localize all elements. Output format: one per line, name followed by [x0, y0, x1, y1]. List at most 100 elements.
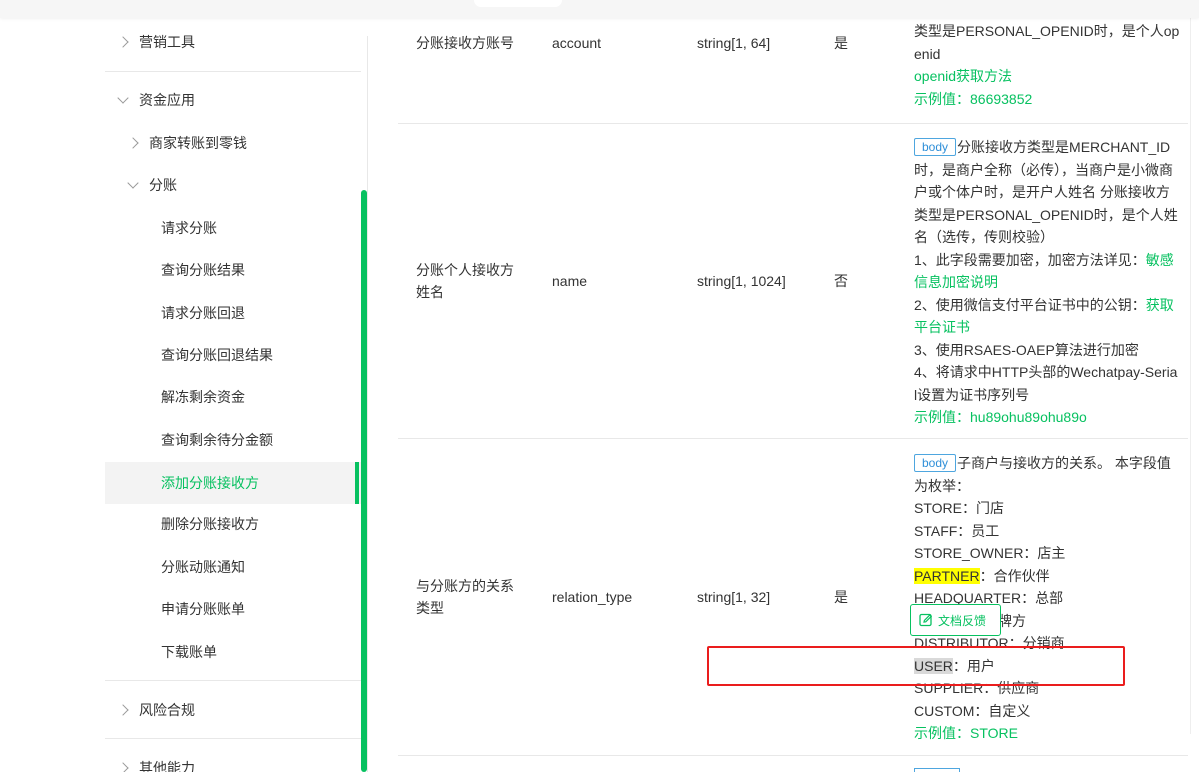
sidebar-item-unfreeze[interactable]: 解冻剩余资金 — [161, 377, 245, 417]
sidebar-item-split-notify[interactable]: 分账动账通知 — [161, 547, 245, 587]
sidebar-nav: 营销工具 资金应用 商家转账到零钱 分账 请求分账 查询分账结果 请求分账回退 … — [105, 0, 361, 772]
edit-icon — [919, 613, 933, 627]
enum-item: STORE_OWNER：店主 — [914, 545, 1066, 561]
description-line: enid — [914, 45, 941, 62]
sidebar-item-label: 其他能力 — [139, 760, 195, 772]
sidebar-item-marketing[interactable]: 营销工具 — [117, 22, 195, 62]
param-field: account — [552, 35, 602, 51]
sidebar-item-label: 删除分账接收方 — [161, 516, 259, 532]
description-line: 2、使用微信支付平台证书中的公钥： — [914, 296, 1146, 313]
chevron-down-icon — [127, 177, 139, 189]
description-line: 时，是商户全称（必传），当商户是小微商 — [914, 161, 1173, 178]
sidebar-item-funds[interactable]: 资金应用 — [117, 80, 195, 120]
sidebar-item-other[interactable]: 其他能力 — [117, 748, 195, 772]
openid-method-link[interactable]: openid获取方法 — [914, 65, 1184, 88]
sensitive-encrypt-link[interactable]: 敏感 — [1146, 252, 1174, 268]
param-type: string[1, 64] — [697, 35, 771, 51]
sidebar-item-label: 下载账单 — [161, 644, 217, 660]
description-line: 为枚举： — [914, 477, 970, 494]
param-name-line: 分账个人接收方 — [416, 262, 514, 278]
sidebar-item-label: 添加分账接收方 — [161, 475, 259, 491]
chevron-right-icon — [127, 137, 139, 149]
body-tag: body — [914, 138, 957, 156]
sidebar-item-label: 商家转账到零钱 — [149, 135, 247, 151]
top-bar — [0, 0, 1199, 18]
sidebar-item-label: 分账 — [149, 177, 177, 193]
param-required: 是 — [834, 35, 848, 51]
param-name-line: 姓名 — [416, 284, 444, 300]
sidebar-item-delete-receiver[interactable]: 删除分账接收方 — [161, 504, 259, 544]
top-tab-notch — [474, 0, 562, 7]
sidebar-item-download-bill[interactable]: 下载账单 — [161, 632, 217, 672]
sidebar-item-query-return-result[interactable]: 查询分账回退结果 — [161, 335, 273, 375]
description-line: 分账接收方类型是MERCHANT_ID — [957, 139, 1171, 155]
sidebar-item-add-receiver[interactable]: 添加分账接收方 — [161, 462, 259, 504]
param-name-line: 与分账方的关系 — [416, 578, 514, 594]
param-type: string[1, 32] — [697, 589, 771, 605]
example-value: 示例值：STORE — [914, 725, 1018, 741]
sidebar-item-label: 申请分账账单 — [161, 601, 245, 617]
sidebar-item-transfer[interactable]: 商家转账到零钱 — [127, 123, 247, 163]
enum-item: STORE：门店 — [914, 500, 1004, 516]
sidebar-item-label: 营销工具 — [139, 34, 195, 50]
sidebar-item-label: 查询分账回退结果 — [161, 347, 273, 363]
page-scrollbar-track — [1190, 18, 1199, 734]
chevron-down-icon — [117, 92, 129, 104]
description-line: 3、使用RSAES-OAEP算法进行加密 — [914, 341, 1139, 358]
param-name-line: 类型 — [416, 600, 444, 616]
param-description: body 子商户与接收方的关系。 本字段值 为枚举： STORE：门店 STAFF… — [914, 452, 1184, 745]
enum-item: PARTNER：合作伙伴 — [914, 565, 1184, 588]
param-field: relation_type — [552, 589, 633, 605]
param-name: 分账接收方账号 — [416, 35, 514, 51]
table-row-divider — [398, 438, 1188, 439]
table-row-divider — [398, 123, 1188, 124]
chevron-right-icon — [117, 762, 129, 772]
description-line: 类型是PERSONAL_OPENID时，是个人姓 — [914, 206, 1178, 223]
table-row-divider — [398, 755, 1188, 756]
divider — [105, 680, 361, 681]
param-description: 类型是PERSONAL_OPENID时，是个人op enid openid获取方… — [914, 20, 1184, 110]
annotation-red-box — [707, 646, 1125, 686]
description-line: l设置为证书序列号 — [914, 386, 1030, 403]
sidebar-item-label: 请求分账 — [161, 220, 217, 236]
sidebar-active-indicator — [355, 462, 359, 504]
sidebar-item-label: 解冻剩余资金 — [161, 389, 245, 405]
param-required: 否 — [834, 273, 848, 289]
param-description: body 分账接收方类型是MERCHANT_ID 时，是商户全称（必传），当商户是… — [914, 136, 1184, 429]
sidebar-item-label: 查询分账结果 — [161, 262, 245, 278]
feedback-label: 文档反馈 — [938, 613, 987, 628]
divider — [105, 71, 361, 72]
sidebar-item-apply-bill[interactable]: 申请分账账单 — [161, 589, 245, 629]
get-cert-link[interactable]: 平台证书 — [914, 316, 1184, 339]
description-line: 子商户与接收方的关系。 本字段值 — [957, 455, 1171, 471]
sidebar-item-label: 风险合规 — [139, 702, 195, 718]
description-line: 4、将请求中HTTP头部的Wechatpay-Seria — [914, 364, 1178, 380]
get-cert-link[interactable]: 获取 — [1146, 297, 1174, 313]
body-tag: body — [914, 454, 957, 472]
param-type: string[1, 1024] — [697, 273, 786, 289]
sidebar-item-risk[interactable]: 风险合规 — [117, 690, 195, 730]
description-line: 户或个体户时，是开户人姓名 分账接收方 — [914, 184, 1170, 200]
param-field: name — [552, 273, 588, 289]
sidebar-item-label: 请求分账回退 — [161, 305, 245, 321]
sidebar-item-query-remaining[interactable]: 查询剩余待分金额 — [161, 420, 273, 460]
highlighted-text: PARTNER — [914, 567, 980, 584]
sidebar-item-query-split-result[interactable]: 查询分账结果 — [161, 250, 245, 290]
chevron-right-icon — [117, 704, 129, 716]
doc-feedback-button[interactable]: 文档反馈 — [910, 604, 1001, 636]
divider — [105, 738, 361, 739]
description-line: 1、此字段需要加密，加密方法详见： — [914, 251, 1146, 268]
body-tag — [914, 768, 960, 772]
enum-item: CUSTOM：自定义 — [914, 702, 1031, 719]
sidebar-item-label: 分账动账通知 — [161, 559, 245, 575]
sidebar-item-split[interactable]: 分账 — [127, 165, 177, 205]
param-name: 分账个人接收方 姓名 — [416, 259, 514, 303]
sidebar-item-request-return[interactable]: 请求分账回退 — [161, 293, 245, 333]
sidebar-item-request-split[interactable]: 请求分账 — [161, 208, 217, 248]
enum-value: ：合作伙伴 — [979, 567, 1050, 584]
chevron-right-icon — [117, 36, 129, 48]
sidebar-item-label: 资金应用 — [139, 92, 195, 108]
example-value: 示例值：hu89ohu89ohu89o — [914, 409, 1087, 425]
param-required: 是 — [834, 589, 848, 605]
sensitive-encrypt-link[interactable]: 信息加密说明 — [914, 271, 1184, 294]
